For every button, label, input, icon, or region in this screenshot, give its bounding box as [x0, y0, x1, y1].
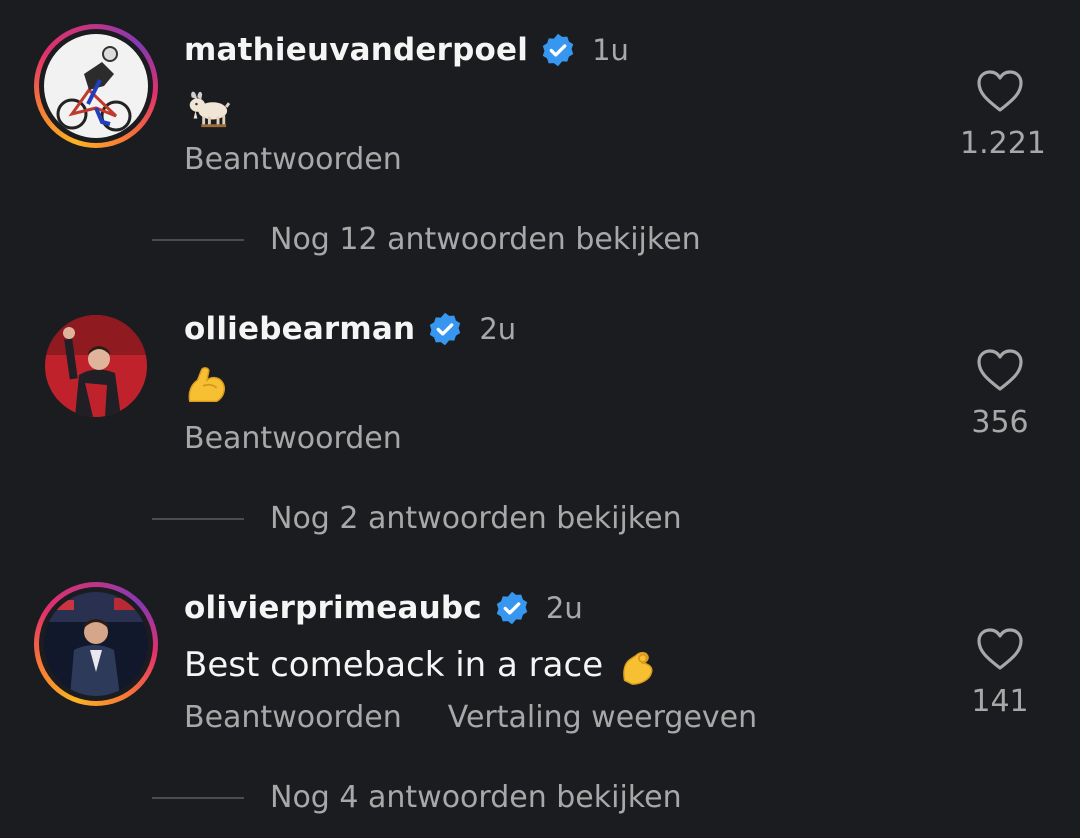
- reply-button[interactable]: Beantwoorden: [184, 142, 402, 177]
- avatar[interactable]: [34, 582, 158, 706]
- comment-body: Best comeback in a race: [184, 645, 604, 685]
- heart-icon[interactable]: [975, 68, 1025, 114]
- comment-text: [184, 82, 242, 132]
- reply-divider: [152, 517, 244, 520]
- like-area: 356: [960, 347, 1040, 440]
- like-count: 356: [971, 405, 1029, 440]
- avatar[interactable]: [34, 24, 158, 148]
- verified-badge-icon: [430, 312, 461, 346]
- timestamp: 2u: [545, 591, 583, 625]
- timestamp: 1u: [592, 33, 629, 67]
- goat-emoji-icon: [189, 91, 230, 128]
- verified-badge-icon: [542, 33, 574, 67]
- comment-item: olivierprimeaubc 2u Best comeback in a r…: [0, 558, 1080, 838]
- heart-icon[interactable]: [975, 626, 1025, 672]
- view-replies-label: Nog 2 antwoorden bekijken: [270, 501, 682, 536]
- like-area: 1.221: [960, 68, 1046, 161]
- timestamp: 2u: [479, 312, 517, 346]
- view-replies-button[interactable]: Nog 4 antwoorden bekijken: [152, 780, 682, 815]
- reply-button[interactable]: Beantwoorden: [184, 700, 402, 735]
- comment-item: mathieuvanderpoel 1u Beantwoorden 1.221 …: [0, 0, 1080, 280]
- view-replies-button[interactable]: Nog 2 antwoorden bekijken: [152, 501, 682, 536]
- comment-text: Best comeback in a race: [184, 640, 661, 690]
- avatar[interactable]: [45, 315, 147, 417]
- view-replies-label: Nog 4 antwoorden bekijken: [270, 780, 682, 815]
- view-replies-label: Nog 12 antwoorden bekijken: [270, 222, 701, 257]
- username[interactable]: olivierprimeaubc: [184, 590, 482, 626]
- reply-button[interactable]: Beantwoorden: [184, 421, 402, 456]
- like-count: 141: [971, 684, 1029, 719]
- view-replies-button[interactable]: Nog 12 antwoorden bekijken: [152, 222, 701, 257]
- reply-divider: [152, 238, 244, 241]
- avatar-image: [44, 34, 148, 138]
- comment-item: olliebearman 2u Beantwoorden 356 Nog 2 a…: [0, 279, 1080, 559]
- heart-icon[interactable]: [975, 347, 1025, 393]
- comment-text: [184, 361, 242, 411]
- verified-badge-icon: [496, 591, 528, 625]
- flexed-biceps-emoji-icon: [188, 367, 225, 403]
- like-area: 141: [960, 626, 1040, 719]
- username[interactable]: mathieuvanderpoel: [184, 32, 528, 68]
- pinching-hand-emoji-icon: [623, 651, 653, 685]
- translate-button[interactable]: Vertaling weergeven: [448, 700, 757, 735]
- like-count: 1.221: [960, 126, 1046, 161]
- avatar-image: [44, 592, 148, 696]
- reply-divider: [152, 796, 244, 799]
- username[interactable]: olliebearman: [184, 311, 415, 347]
